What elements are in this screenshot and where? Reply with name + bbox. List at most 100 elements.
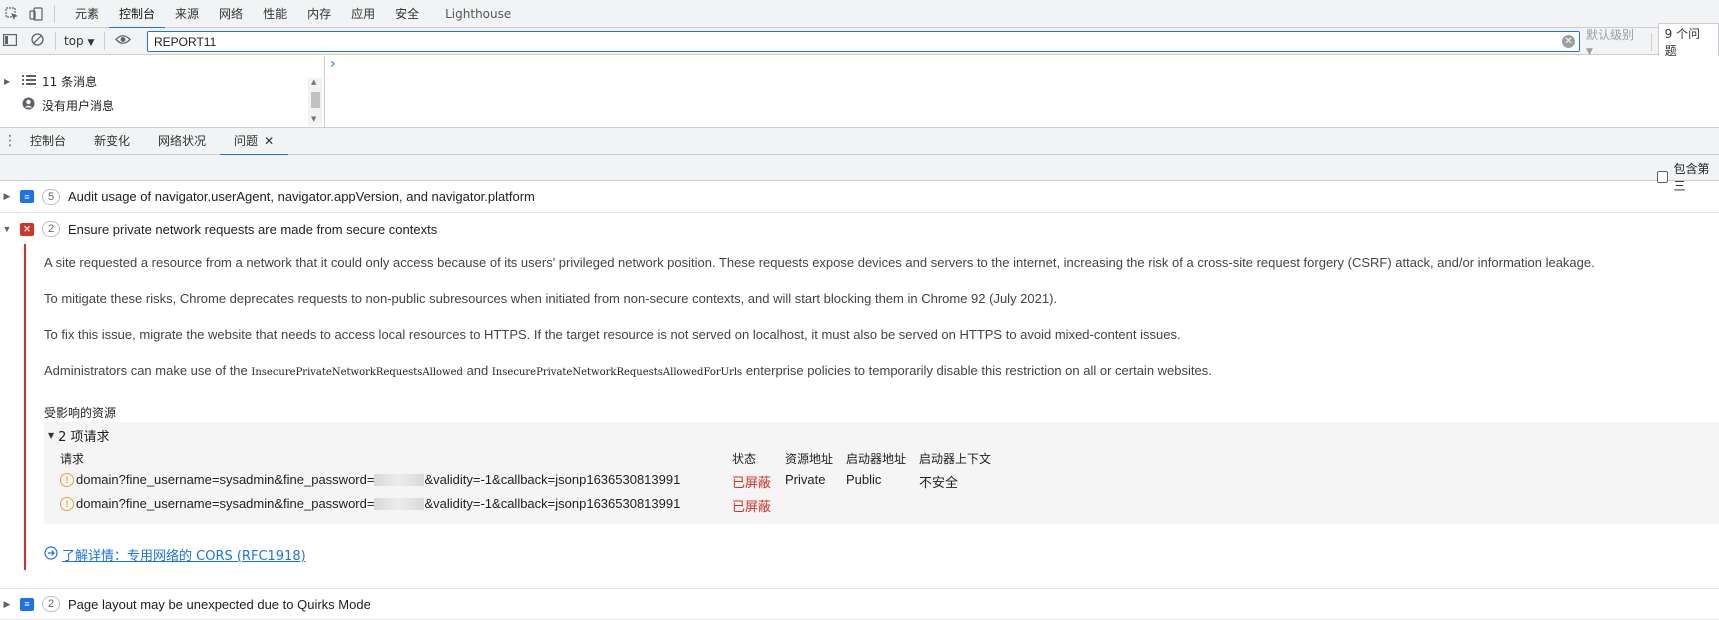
log-level-label: 默认级别 — [1586, 28, 1635, 42]
requests-toggle[interactable]: ▼ 2 项请求 — [48, 426, 110, 445]
request-row[interactable]: ! domain?fine_username=sysadmin&fine_pas… — [60, 496, 680, 511]
info-message-icon: ≡ — [20, 190, 34, 203]
list-icon — [22, 74, 40, 88]
tab-memory[interactable]: 内存 — [297, 0, 341, 28]
prompt-chevron-icon: › — [330, 56, 336, 72]
issue-title: Ensure private network requests are made… — [68, 221, 438, 237]
device-toolbar-icon[interactable] — [28, 6, 44, 22]
drawer-tab-issues[interactable]: 问题 ✕ — [220, 128, 289, 156]
resource-address: Private — [785, 472, 826, 487]
sidebar-item-label: 11 条消息 — [42, 74, 98, 89]
arrow-circle-icon — [44, 545, 58, 564]
tab-application[interactable]: 应用 — [341, 0, 385, 28]
live-expression-eye-icon[interactable] — [115, 34, 132, 48]
expand-arrow-icon: ▶ — [3, 191, 11, 201]
column-header-resource-address: 资源地址 — [785, 452, 834, 466]
issue-title: Audit usage of navigator.userAgent, navi… — [68, 189, 535, 204]
issue-count-badge: 5 — [42, 188, 60, 205]
affected-resources-label: 受影响的资源 — [44, 406, 117, 420]
issue-description-3: To fix this issue, migrate the website t… — [44, 327, 1181, 342]
drawer-tab-network-conditions[interactable]: 网络状况 — [144, 128, 220, 155]
requests-count-label: 2 项请求 — [58, 430, 110, 445]
request-status: 已屏蔽 — [732, 475, 772, 490]
request-row[interactable]: ! domain?fine_username=sysadmin&fine_pas… — [60, 472, 680, 487]
log-level-dropdown[interactable]: 默认级别 ▼ — [1586, 26, 1645, 57]
sidebar-toggle-icon[interactable] — [3, 33, 19, 49]
warning-icon: ! — [60, 472, 74, 487]
sidebar-item-label: 没有用户消息 — [42, 98, 115, 113]
console-output[interactable]: › — [326, 56, 1719, 127]
tab-security[interactable]: 安全 — [385, 0, 429, 28]
context-label: top — [64, 34, 84, 48]
sidebar-item-user-messages[interactable]: 没有用户消息 — [0, 93, 324, 117]
tab-console[interactable]: 控制台 — [109, 0, 166, 29]
clear-console-icon[interactable] — [31, 33, 47, 49]
column-header-initiator-address: 启动器地址 — [846, 452, 907, 466]
drawer-tabbar: ⋮ 控制台 新变化 网络状况 问题 ✕ — [0, 127, 1719, 156]
column-header-status: 状态 — [732, 452, 757, 466]
tab-elements[interactable]: 元素 — [65, 0, 109, 28]
scroll-down-icon[interactable]: ▼ — [311, 115, 316, 123]
dropdown-arrow-icon: ▼ — [87, 38, 95, 48]
issue-title: Page layout may be unexpected due to Qui… — [68, 596, 371, 612]
learn-more-label: 了解详情：专用网络的 CORS (RFC1918) — [62, 549, 306, 564]
scroll-up-icon[interactable]: ▲ — [311, 78, 316, 86]
sidebar-scrollbar[interactable]: ▲ ▼ — [308, 78, 322, 126]
context-selector[interactable]: top ▼ — [64, 34, 94, 48]
more-options-icon[interactable]: ⋮ — [2, 133, 18, 149]
text-span: enterprise policies to temporarily disab… — [745, 363, 1212, 378]
issues-count-button[interactable]: 9 个问题 — [1657, 22, 1719, 61]
clear-filter-icon[interactable]: ✕ — [1562, 35, 1575, 48]
request-url-part: &validity=-1&callback=jsonp1636530813991 — [424, 472, 681, 487]
text-span: Administrators can make use of the — [44, 363, 248, 378]
tab-sources[interactable]: 来源 — [165, 0, 209, 28]
issue-count-badge: 2 — [42, 221, 60, 237]
drawer-tab-issues-label: 问题 — [234, 133, 259, 148]
tab-performance[interactable]: 性能 — [253, 0, 297, 28]
error-icon: ✕ — [20, 222, 34, 236]
issue-row-expanded[interactable]: ▼ ✕ 2 Ensure private network requests ar… — [0, 213, 1719, 245]
collapse-arrow-icon: ▼ — [48, 431, 55, 440]
warning-icon: ! — [60, 496, 74, 511]
request-url-part: domain?fine_username=sysadmin&fine_passw… — [76, 496, 375, 511]
request-url-part: domain?fine_username=sysadmin&fine_passw… — [76, 472, 375, 487]
sidebar-item-messages[interactable]: ▶ 11 条消息 — [0, 69, 324, 93]
issue-description-4: Administrators can make use of the Insec… — [44, 363, 1212, 378]
issue-row[interactable]: ▶ ≡ 5 Audit usage of navigator.userAgent… — [0, 181, 1719, 213]
initiator-context: 不安全 — [919, 475, 959, 490]
affected-resources-panel: ▼ 2 项请求 请求 状态 资源地址 启动器地址 启动器上下文 ! domain… — [44, 422, 1719, 524]
redacted-password — [374, 473, 425, 486]
issue-severity-bar — [24, 244, 26, 570]
policy-name-code: InsecurePrivateNetworkRequestsAllowedFor… — [491, 367, 743, 378]
user-icon — [22, 97, 40, 113]
filter-input-wrapper: ✕ — [147, 31, 1580, 52]
column-header-initiator-context: 启动器上下文 — [919, 452, 992, 466]
tab-network[interactable]: 网络 — [209, 0, 253, 28]
tab-lighthouse[interactable]: Lighthouse — [435, 0, 521, 28]
collapse-arrow-icon: ▼ — [2, 224, 12, 234]
inspect-element-icon[interactable] — [4, 6, 20, 22]
text-span: and — [466, 363, 489, 378]
issue-count-badge: 2 — [42, 596, 60, 612]
redacted-password — [374, 497, 425, 510]
initiator-address: Public — [846, 472, 882, 487]
policy-name-code: InsecurePrivateNetworkRequestsAllowed — [251, 367, 463, 378]
request-status: 已屏蔽 — [732, 499, 772, 514]
drawer-tab-console[interactable]: 控制台 — [18, 128, 80, 155]
expand-arrow-icon: ▶ — [4, 76, 11, 86]
learn-more-link[interactable]: 了解详情：专用网络的 CORS (RFC1918) — [44, 545, 306, 564]
issues-toolbar: 包含第三 — [0, 155, 1719, 193]
devtools-tabbar: 元素 控制台 来源 网络 性能 内存 应用 安全 Lighthouse — [0, 0, 1719, 29]
filter-input[interactable] — [148, 32, 1548, 51]
issue-description-2: To mitigate these risks, Chrome deprecat… — [44, 291, 1058, 306]
drawer-tab-changes[interactable]: 新变化 — [80, 128, 144, 155]
issue-row[interactable]: ▶ ≡ 2 Page layout may be unexpected due … — [0, 588, 1719, 620]
expand-arrow-icon: ▶ — [3, 598, 11, 609]
close-tab-icon[interactable]: ✕ — [264, 128, 274, 155]
request-url-part: &validity=-1&callback=jsonp1636530813991 — [424, 496, 681, 511]
main-tabs: 元素 控制台 来源 网络 性能 内存 应用 安全 Lighthouse — [65, 0, 521, 29]
issue-description-1: A site requested a resource from a netwo… — [44, 255, 1595, 270]
console-sidebar: ▶ 11 条消息 没有用户消息 — [0, 56, 325, 127]
scrollbar-thumb[interactable] — [311, 92, 320, 108]
column-header-request: 请求 — [60, 452, 85, 466]
